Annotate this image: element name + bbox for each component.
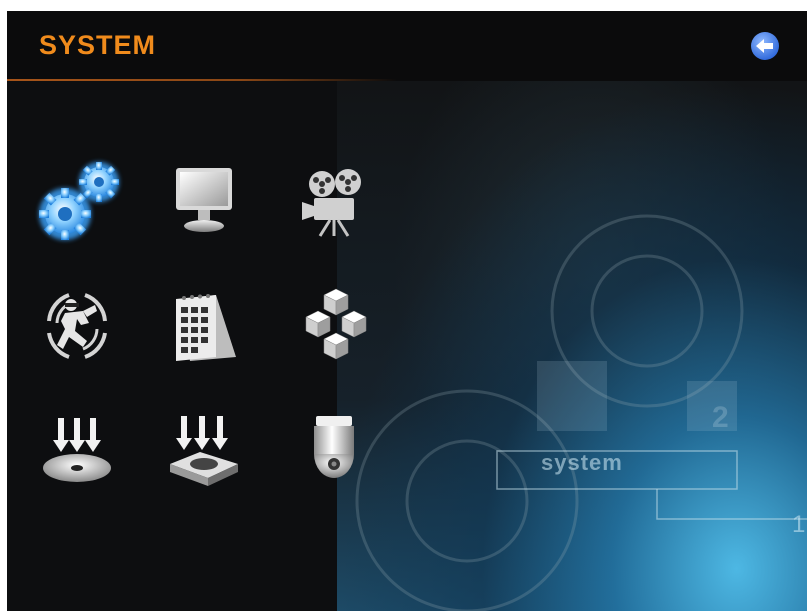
- motion-detection-icon: [47, 293, 107, 359]
- menu-item-schedule[interactable]: [154, 281, 254, 371]
- background-label-one: 1: [792, 511, 807, 538]
- back-arrow-icon: [751, 32, 779, 60]
- background-label-two: 2: [712, 401, 730, 434]
- background-label-system: system: [541, 450, 623, 475]
- header-bar: SYSTEM: [7, 11, 807, 81]
- ptz-dome-camera-icon: [314, 416, 354, 478]
- back-button[interactable]: [749, 30, 781, 62]
- menu-item-record[interactable]: [284, 156, 384, 246]
- title-underline: [7, 79, 397, 81]
- calendar-icon: [176, 294, 236, 361]
- hdd-backup-icon: [170, 416, 238, 486]
- menu-item-display[interactable]: [154, 156, 254, 246]
- disc-backup-icon: [43, 418, 111, 482]
- film-camera-icon: [302, 169, 361, 237]
- system-screen: system 1 2 SYSTEM: [7, 11, 807, 611]
- page-title: SYSTEM: [39, 30, 157, 60]
- network-cubes-icon: [305, 288, 367, 360]
- menu-item-network[interactable]: [284, 281, 384, 371]
- background-artwork: system 1 2: [337, 81, 807, 611]
- menu-item-motion-detection[interactable]: [27, 281, 127, 371]
- monitor-icon: [176, 168, 232, 232]
- menu-item-hdd-backup[interactable]: [154, 406, 254, 496]
- menu-item-disc-backup[interactable]: [27, 406, 127, 496]
- gears-icon: [39, 162, 119, 240]
- menu-item-system-settings[interactable]: [27, 156, 127, 246]
- menu-item-ptz[interactable]: [284, 406, 384, 496]
